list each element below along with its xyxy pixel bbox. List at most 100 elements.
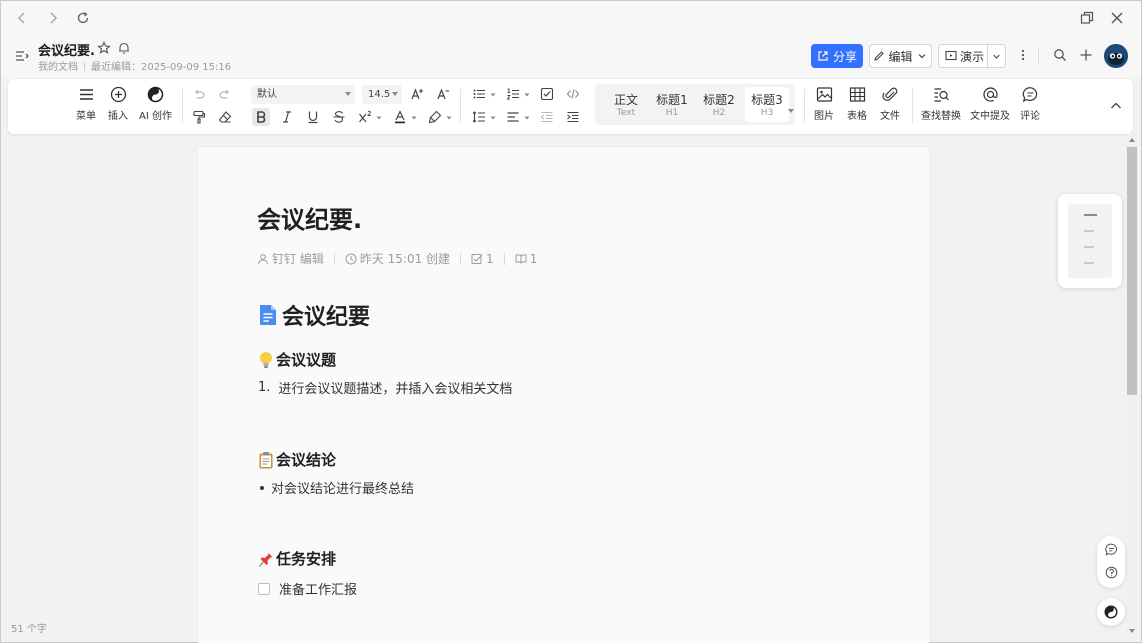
style-h1[interactable]: 标题1 H1 [650,87,694,122]
collapse-toolbar-icon[interactable] [1108,98,1124,114]
star-icon[interactable] [97,41,111,55]
code-icon[interactable] [564,85,582,103]
new-window-icon[interactable] [1078,9,1096,27]
search-icon[interactable] [1052,47,1068,63]
toolbar-divider [804,89,805,123]
file-label: 文件 [880,111,900,122]
underline-icon[interactable] [304,108,322,126]
style-text[interactable]: 正文 Text [604,87,648,122]
help-icon[interactable] [1103,564,1119,580]
comment-float-icon[interactable] [1103,541,1119,557]
present-main-button[interactable]: 演示 [939,45,989,67]
avatar[interactable] [1104,44,1128,68]
heading-1[interactable]: 会议纪要 [258,299,370,331]
insert-button[interactable]: 插入 [108,86,128,122]
document-page[interactable]: 会议纪要. 钉钉 编辑 昨天 15:01 创建 1 1 会议纪要 会议议题 1.… [198,147,929,643]
align-icon[interactable] [504,108,522,126]
strikethrough-icon[interactable] [330,108,348,126]
scroll-down-arrow[interactable] [1129,629,1135,633]
font-family-select[interactable]: 默认 [251,85,355,104]
doc-title[interactable]: 会议纪要. [38,40,95,59]
mention-button[interactable]: 文中提及 [970,86,1010,122]
bell-icon[interactable] [117,41,131,55]
comment-button[interactable]: 评论 [1020,86,1040,122]
section-heading[interactable]: 会议结论 [258,449,336,470]
user-icon [258,253,268,264]
doc-meta: 我的文档 最近编辑：2025-09-09 15:16 [38,58,231,73]
comment-label: 评论 [1020,111,1040,122]
chevron-down-icon[interactable] [490,115,496,121]
more-icon[interactable] [1015,47,1031,63]
header-divider [1038,47,1039,65]
font-size-select[interactable]: 14.5 [362,85,402,104]
list-item[interactable]: 对会议结论进行最终总结 [258,478,414,497]
book-icon [515,254,527,264]
plus-icon[interactable] [1078,47,1094,63]
outline-toggle-icon[interactable] [14,48,30,64]
ai-assistant-icon[interactable] [1097,598,1125,626]
find-replace-button[interactable]: 查找替换 [921,86,961,122]
close-icon[interactable] [1108,9,1126,27]
undo-icon[interactable] [190,85,208,103]
chevron-down-icon[interactable] [376,115,382,121]
superscript-icon[interactable] [356,108,374,126]
scrollbar-thumb[interactable] [1127,147,1137,395]
highlight-icon[interactable] [426,108,444,126]
chevron-down-icon[interactable] [788,109,794,113]
menu-button[interactable]: 菜单 [76,86,96,122]
ai-create-button[interactable]: AI 创作 [139,86,172,122]
line-spacing-icon[interactable] [470,108,488,126]
chevron-down-icon[interactable] [446,115,452,121]
table-button[interactable]: 表格 [847,86,867,122]
chevron-down-icon[interactable] [411,115,417,121]
numbered-list-icon[interactable] [504,85,522,103]
eraser-icon[interactable] [216,108,234,126]
style-h3[interactable]: 标题3 H3 [745,87,789,122]
toolbar-divider [912,89,913,123]
section-heading[interactable]: 会议议题 [258,349,336,370]
table-icon [849,87,865,102]
nav-bar [1,1,1141,34]
chevron-down-icon[interactable] [524,92,530,98]
section-heading[interactable]: 任务安排 [258,548,336,569]
decrease-font-icon[interactable] [434,85,452,103]
italic-icon[interactable] [278,108,296,126]
text-color-icon[interactable] [391,108,409,126]
checklist-icon[interactable] [538,85,556,103]
edit-mode-button[interactable]: 编辑 [869,44,932,68]
chevron-down-icon[interactable] [490,92,496,98]
image-button[interactable]: 图片 [814,86,834,122]
created-text: 昨天 15:01 创建 [359,252,451,266]
edit-label: 编辑 [888,49,913,64]
pencil-icon [874,51,885,61]
share-button[interactable]: 分享 [811,44,863,68]
reads-meta[interactable]: 1 [515,252,537,266]
tasks-meta[interactable]: 1 [471,252,494,266]
todo-item[interactable]: 准备工作汇报 [258,579,357,598]
outdent-icon[interactable] [538,108,556,126]
redo-icon[interactable] [216,85,234,103]
style-h2[interactable]: 标题2 H2 [697,87,741,122]
present-options-button[interactable] [988,51,1005,62]
file-button[interactable]: 文件 [880,86,900,122]
forward-icon[interactable] [44,9,62,27]
list-item[interactable]: 1. 进行会议议题描述，并插入会议相关文档 [258,378,512,397]
outline-minimap[interactable] [1058,194,1122,288]
scroll-up-arrow[interactable] [1129,138,1135,142]
minimap-line [1084,246,1094,248]
format-painter-icon[interactable] [190,108,208,126]
todo-checkbox[interactable] [258,582,270,595]
indent-icon[interactable] [564,108,582,126]
ai-icon [147,86,164,103]
doc-location[interactable]: 我的文档 [38,62,78,73]
chevron-down-icon[interactable] [524,115,530,121]
page-title[interactable]: 会议纪要. [257,200,362,235]
style-h1-main: 标题1 [656,93,688,107]
bold-icon[interactable] [252,108,270,126]
back-icon[interactable] [13,9,31,27]
minimap-line [1084,230,1094,232]
bullet-list-icon[interactable] [470,85,488,103]
increase-font-icon[interactable] [408,85,426,103]
refresh-icon[interactable] [74,9,92,27]
insert-label: 插入 [108,111,128,122]
